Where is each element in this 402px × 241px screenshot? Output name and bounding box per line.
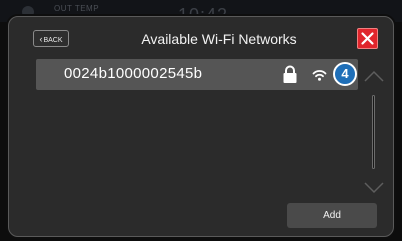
infotainment-screen: OUT TEMP 10:42 ‹BACK Available Wi-Fi Net… [0, 0, 402, 241]
network-list-item[interactable]: 0024b1000002545b [36, 59, 358, 90]
callout-badge: 4 [333, 62, 357, 86]
out-temp-label: OUT TEMP [54, 4, 100, 13]
back-label: BACK [43, 37, 63, 44]
close-button[interactable] [357, 28, 378, 49]
add-button[interactable]: Add [287, 203, 377, 228]
network-name: 0024b1000002545b [64, 65, 203, 82]
wifi-signal-icon [312, 70, 327, 81]
lock-icon [283, 65, 297, 83]
close-icon [361, 32, 374, 45]
network-list: 0024b1000002545b [9, 55, 359, 205]
scrollbar[interactable] [372, 95, 375, 169]
chevron-down-icon[interactable] [363, 181, 385, 195]
chevron-up-icon[interactable] [363, 69, 385, 83]
dialog-title: Available Wi-Fi Networks [141, 31, 297, 47]
back-button[interactable]: ‹BACK [33, 30, 69, 47]
wifi-networks-dialog: ‹BACK Available Wi-Fi Networks 0024b1000… [8, 16, 394, 237]
